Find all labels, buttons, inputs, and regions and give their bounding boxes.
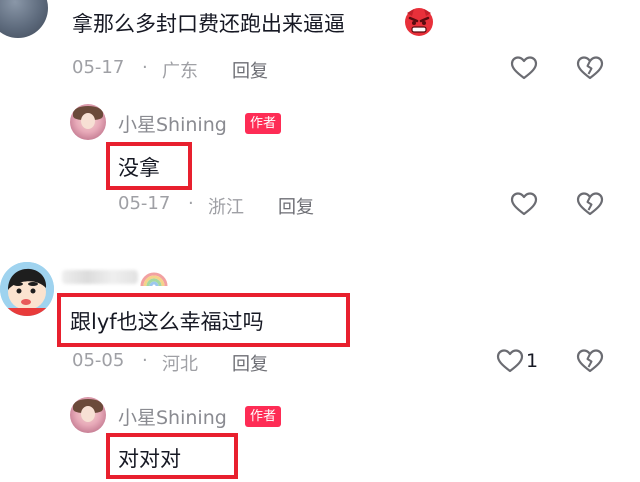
comment-date: 05-05	[72, 350, 125, 371]
reply-location: 浙江	[208, 197, 244, 218]
rainbow-emoji	[140, 272, 168, 287]
meta-separator: ·	[142, 57, 148, 78]
comment-location: 河北	[162, 354, 198, 375]
avatar[interactable]	[70, 397, 106, 433]
heart-outline-icon[interactable]	[510, 191, 538, 217]
broken-heart-icon[interactable]	[576, 191, 604, 217]
reply-text: 没拿	[118, 156, 160, 180]
broken-heart-icon[interactable]	[576, 348, 604, 374]
username[interactable]: 小星Shining	[118, 110, 227, 137]
reply-button[interactable]: 回复	[232, 350, 268, 376]
author-badge: 作者	[245, 406, 282, 427]
avatar[interactable]	[0, 0, 48, 38]
broken-heart-icon[interactable]	[576, 55, 604, 81]
comment-location: 广东	[162, 61, 198, 82]
reply-button[interactable]: 回复	[232, 57, 268, 83]
comment-text: 跟lyf也这么幸福过吗	[70, 310, 264, 334]
heart-outline-icon[interactable]	[496, 348, 524, 374]
reply-button[interactable]: 回复	[278, 193, 314, 219]
meta-separator: ·	[142, 350, 148, 371]
reply-date: 05-17	[118, 193, 171, 214]
meta-separator: ·	[188, 193, 194, 214]
avatar[interactable]	[70, 104, 106, 140]
avatar[interactable]	[0, 262, 54, 316]
username-blurred	[62, 270, 138, 284]
username[interactable]: 小星Shining	[118, 403, 227, 430]
comment-text: 拿那么多封口费还跑出来逼逼	[72, 8, 345, 38]
comment-text-body: 拿那么多封口费还跑出来逼逼	[72, 12, 345, 36]
reply-text: 对对对	[118, 447, 181, 471]
author-badge: 作者	[245, 113, 282, 134]
angry-face-emoji	[405, 8, 433, 36]
cartoon-avatar-icon	[0, 262, 54, 316]
heart-outline-icon[interactable]	[510, 55, 538, 81]
comment-date: 05-17	[72, 57, 125, 78]
like-count: 1	[526, 350, 539, 372]
